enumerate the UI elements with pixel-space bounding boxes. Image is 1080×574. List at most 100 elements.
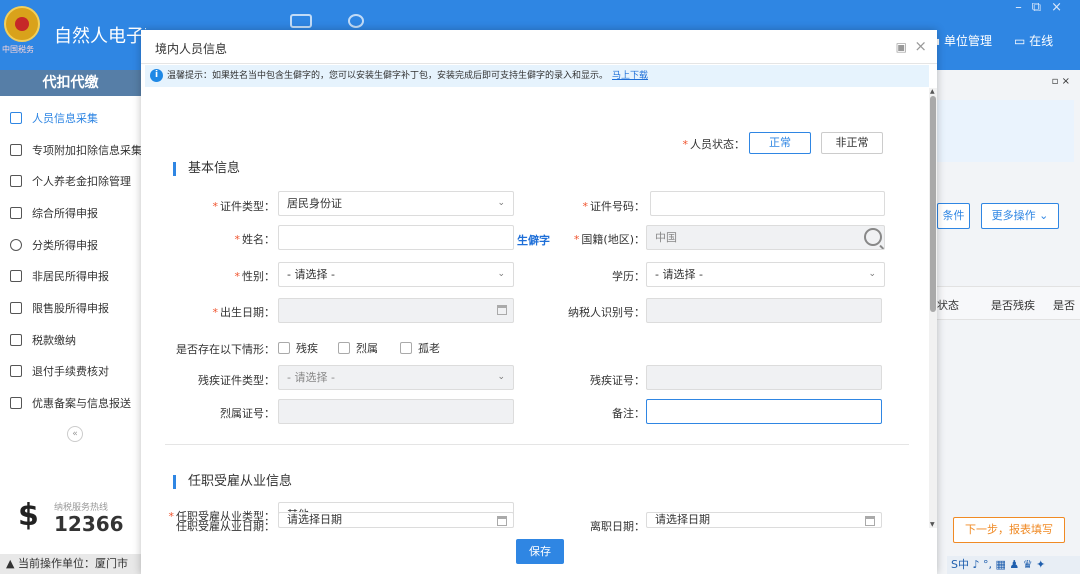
maximize-icon[interactable]: ▣	[896, 40, 907, 54]
sidebar-item-pension[interactable]: 个人养老金扣除管理	[0, 165, 141, 197]
sidebar-item-preferential-filing[interactable]: 优惠备案与信息报送	[0, 387, 141, 419]
birth-date-input[interactable]	[278, 298, 514, 323]
scroll-up-icon[interactable]: ▲	[930, 88, 935, 95]
education-value: - 请选择 -	[655, 268, 703, 281]
condition-button[interactable]: 条件	[937, 203, 970, 229]
name-input[interactable]	[278, 225, 514, 250]
taxpayer-id-input[interactable]	[646, 298, 882, 323]
remarks-input[interactable]	[646, 399, 882, 424]
search-icon[interactable]	[864, 228, 882, 246]
emblem-text: 中国税务	[2, 45, 34, 54]
sidebar-item-label: 个人养老金扣除管理	[32, 175, 131, 189]
status-abnormal-button[interactable]: 非正常	[821, 132, 883, 154]
required-mark: *	[582, 200, 589, 213]
martyr-cert-no-label: 烈属证号：	[220, 407, 275, 420]
checkbox-box	[338, 342, 350, 354]
window-controls[interactable]: –⧉×	[1015, 0, 1072, 15]
receipt-icon	[10, 365, 22, 378]
sidebar-item-tax-payment[interactable]: 税款缴纳	[0, 324, 141, 356]
sidebar-item-nonresident-income[interactable]: 非居民所得申报	[0, 260, 141, 292]
sidebar-item-comprehensive-income[interactable]: 综合所得申报	[0, 197, 141, 229]
column-disabled: 是否残疾	[991, 299, 1035, 312]
checkbox-martyr[interactable]: 烈属	[338, 340, 378, 356]
leave-date-value: 请选择日期	[655, 513, 710, 526]
leave-date-input[interactable]: 请选择日期	[646, 512, 882, 528]
sidebar-item-restricted-shares[interactable]: 限售股所得申报	[0, 292, 141, 324]
chevron-down-icon: ⌄	[868, 269, 876, 279]
nationality-input[interactable]: 中国	[646, 225, 885, 250]
dialog-title: 境内人员信息	[155, 42, 228, 56]
nationality-value: 中国	[655, 231, 677, 244]
martyr-cert-no-input[interactable]	[278, 399, 514, 424]
person-info-dialog: 境内人员信息 ▣ × i 温馨提示：如果姓名当中包含生僻字的，您可以安装生僻字补…	[141, 30, 937, 574]
id-number-label-text: 证件号码：	[590, 200, 645, 213]
id-type-label-text: 证件类型：	[220, 200, 275, 213]
employment-date-value: 请选择日期	[287, 513, 342, 526]
checkbox-disabled-label: 残疾	[296, 342, 318, 355]
sidebar-item-special-deduction[interactable]: 专项附加扣除信息采集	[0, 134, 142, 166]
person-status-label: * 人员状态：	[681, 136, 746, 152]
disability-cert-type-select[interactable]: - 请选择 - ⌄	[278, 365, 514, 390]
sidebar-collapse-button[interactable]: «	[67, 426, 83, 442]
folder-icon[interactable]	[290, 14, 312, 28]
restore-icon[interactable]: ⧉	[1032, 0, 1051, 15]
status-normal-button[interactable]: 正常	[749, 132, 811, 154]
section-employment-title: 任职受雇从业信息	[173, 475, 292, 489]
scroll-down-icon[interactable]: ▼	[930, 521, 935, 528]
sidebar-item-label: 优惠备案与信息报送	[32, 397, 131, 411]
more-actions-label: 更多操作	[991, 209, 1036, 222]
pension-icon	[10, 175, 22, 188]
sidebar-header: 代扣代缴	[0, 70, 141, 96]
sidebar: 代扣代缴 人员信息采集 专项附加扣除信息采集 个人养老金扣除管理 综合所得申报 …	[0, 70, 142, 574]
birth-date-label: * 出生日期：	[171, 304, 276, 320]
save-button[interactable]: 保存	[516, 539, 564, 564]
more-actions-button[interactable]: 更多操作 ⌄	[981, 203, 1059, 229]
online-label: 在线	[1029, 34, 1054, 48]
gender-select[interactable]: - 请选择 - ⌄	[278, 262, 514, 287]
checkbox-box	[278, 342, 290, 354]
birth-date-label-text: 出生日期：	[220, 306, 275, 319]
disability-cert-no-input[interactable]	[646, 365, 882, 390]
checkbox-disabled[interactable]: 残疾	[278, 340, 318, 356]
id-type-select[interactable]: 居民身份证 ⌄	[278, 191, 514, 216]
required-mark: *	[234, 233, 241, 246]
calendar-icon	[865, 516, 875, 526]
rare-char-link[interactable]: 生僻字	[517, 232, 550, 248]
sidebar-item-label: 综合所得申报	[32, 206, 98, 220]
column-status: 状态	[937, 299, 959, 312]
next-step-button[interactable]: 下一步，报表填写	[953, 517, 1065, 543]
status-bar: ▲ 当前操作单位：厦门市	[0, 554, 141, 574]
online-status[interactable]: ▭ 在线	[1014, 32, 1053, 49]
hotline-icon: $	[18, 498, 39, 533]
background-info-panel	[937, 100, 1074, 162]
download-link[interactable]: 马上下载	[612, 71, 648, 81]
calendar-icon	[497, 305, 507, 315]
name-label: * 姓名：	[171, 231, 276, 247]
unit-management-button[interactable]: ▪ 单位管理	[932, 32, 992, 49]
sidebar-item-person-info[interactable]: 人员信息采集	[0, 102, 141, 134]
wallet-icon	[10, 333, 22, 346]
dialog-body: * 人员状态： 正常 非正常 基本信息 * 证件类型： 居民身份证 ⌄ * 证件号码： …	[141, 88, 937, 528]
checkbox-elderly[interactable]: 孤老	[400, 340, 440, 356]
info-icon: i	[150, 69, 163, 82]
sidebar-item-fee-check[interactable]: 退付手续费核对	[0, 356, 141, 388]
employment-date-label: 任职受雇从业日期：	[176, 520, 275, 533]
unit-management-label: 单位管理	[943, 34, 992, 48]
scrollbar-thumb[interactable]	[930, 96, 936, 312]
dialog-header: 境内人员信息 ▣ ×	[141, 30, 937, 64]
bar-chart-icon	[10, 301, 22, 314]
sidebar-item-classified-income[interactable]: 分类所得申报	[0, 229, 141, 261]
dialog-close-icon[interactable]: ×	[914, 37, 927, 55]
monitor-icon: ▭	[1014, 34, 1026, 48]
panel-close-icon[interactable]: ▫ ×	[1052, 76, 1070, 87]
required-mark: *	[212, 200, 219, 213]
education-select[interactable]: - 请选择 - ⌄	[646, 262, 885, 287]
background-main: ▫ × 条件 更多操作 ⌄ 状态 是否残疾 是否 下一步，报表填写	[937, 70, 1080, 574]
close-icon[interactable]: ×	[1051, 0, 1072, 15]
dialog-scrollbar[interactable]: ▲ ▼	[929, 88, 937, 528]
settings-icon[interactable]	[348, 14, 364, 28]
employment-date-input[interactable]: 请选择日期	[278, 512, 514, 528]
minimize-icon[interactable]: –	[1015, 0, 1032, 15]
id-number-input[interactable]	[650, 191, 885, 216]
taxpayer-id-label: 纳税人识别号：	[568, 306, 645, 319]
